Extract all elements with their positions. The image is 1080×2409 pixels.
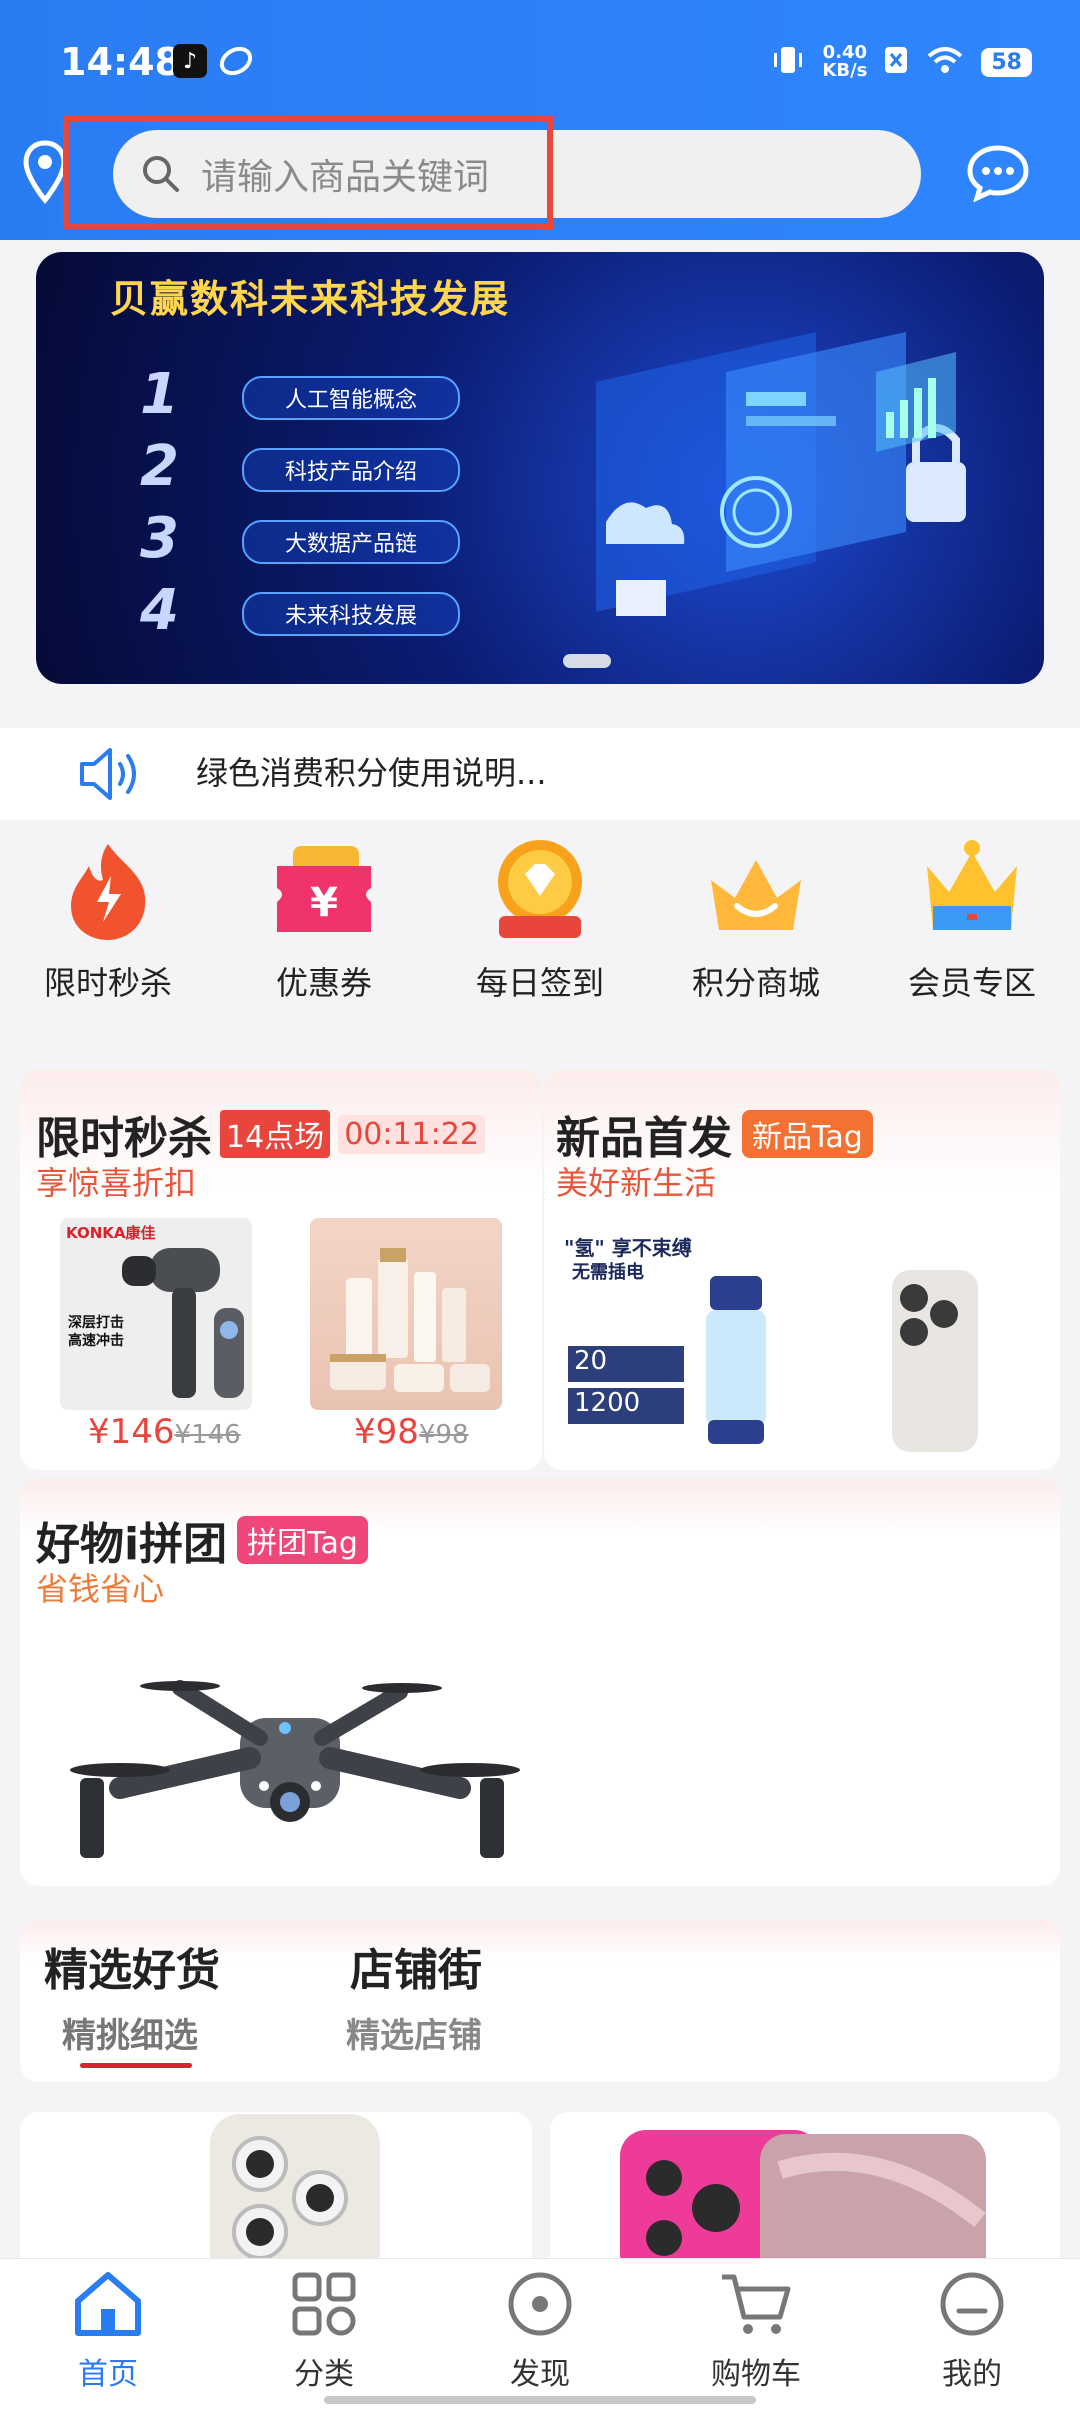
quick-label: 优惠券 xyxy=(275,964,372,1002)
banner-num: 2 xyxy=(140,434,179,499)
bottom-nav: 首页 分类 发现 购物车 我的 xyxy=(0,2258,1080,2409)
search-highlight-box xyxy=(63,116,553,230)
price-1: ¥146¥146 xyxy=(88,1412,241,1452)
banner-title: 贝赢数科未来科技发展 xyxy=(110,277,511,321)
banner-item: 大数据产品链 xyxy=(242,520,460,564)
product-thumb-hydrogen-bottle[interactable]: "氢" 享不束缚 无需插电 20 1200 xyxy=(556,1230,788,1452)
feed-tabs: 精选好货 精挑细选 店铺街 精选店铺 xyxy=(20,1920,1060,2082)
quick-label: 每日签到 xyxy=(475,964,604,1002)
tiktok-icon: ♪ xyxy=(173,44,207,78)
wifi-icon xyxy=(925,44,965,80)
flash-sale-card[interactable]: 限时秒杀 14点场 00:11:22 享惊喜折扣 KONKA康佳 深层打击 高速… xyxy=(20,1070,542,1470)
price-2: ¥98¥98 xyxy=(354,1412,469,1452)
flash-sale-subtitle: 享惊喜折扣 xyxy=(36,1164,197,1202)
flash-sale-title: 限时秒杀 xyxy=(36,1113,212,1164)
vip-crown-icon xyxy=(927,840,1017,930)
product-thumb-massage-gun[interactable]: KONKA康佳 深层打击 高速冲击 xyxy=(60,1218,252,1410)
speaker-icon xyxy=(80,748,136,800)
battery-indicator: 58 xyxy=(981,47,1032,77)
diamond-medal-icon xyxy=(498,840,582,938)
svg-text:¥: ¥ xyxy=(310,880,338,926)
quick-label: 积分商城 xyxy=(691,964,820,1002)
product-thumb-phone[interactable] xyxy=(884,1270,984,1452)
quick-item-checkin[interactable]: 每日签到 xyxy=(440,836,640,1004)
product-image-pink-phone xyxy=(620,2130,986,2272)
app-icon xyxy=(218,44,254,82)
cart-icon xyxy=(722,2274,791,2334)
nav-category[interactable]: 分类 xyxy=(244,2269,404,2393)
sim-off-icon xyxy=(883,45,909,79)
quick-menu: 限时秒杀 ¥ 优惠券 每日签到 积分商城 会员专区 xyxy=(0,822,1080,1052)
product-thumb-drone[interactable] xyxy=(60,1678,530,1878)
location-icon[interactable] xyxy=(22,140,68,210)
banner-num: 4 xyxy=(140,578,179,643)
banner-page-indicator xyxy=(563,654,611,668)
new-tag: 新品Tag xyxy=(742,1110,873,1158)
quick-item-flash-sale[interactable]: 限时秒杀 xyxy=(8,836,208,1004)
notice-bar[interactable]: 绿色消费积分使用说明... xyxy=(0,728,1080,820)
crown-smile-icon xyxy=(711,860,801,930)
banner-num: 3 xyxy=(140,506,179,571)
nav-home[interactable]: 首页 xyxy=(28,2269,188,2393)
tab-featured[interactable]: 精选好货 精挑细选 xyxy=(44,1934,220,2068)
quick-item-coupon[interactable]: ¥ 优惠券 xyxy=(224,836,424,1004)
quick-item-vip[interactable]: 会员专区 xyxy=(872,836,1072,1004)
home-indicator xyxy=(324,2396,756,2404)
message-icon[interactable] xyxy=(966,144,1030,206)
vibrate-icon xyxy=(770,42,806,82)
product-image-phone xyxy=(210,2114,380,2272)
notice-text: 绿色消费积分使用说明... xyxy=(196,754,547,792)
promo-banner[interactable]: 贝赢数科未来科技发展 1 人工智能概念 2 科技产品介绍 3 大数据产品链 4 … xyxy=(36,252,1044,684)
nav-cart[interactable]: 购物车 xyxy=(676,2269,836,2393)
group-buy-card[interactable]: 好物i拼团 拼团Tag 省钱省心 xyxy=(20,1478,1060,1886)
quick-label: 限时秒杀 xyxy=(43,964,172,1002)
product-thumb-skincare[interactable] xyxy=(310,1218,502,1410)
discover-icon xyxy=(508,2272,572,2336)
nav-discover[interactable]: 发现 xyxy=(460,2269,620,2393)
tab-shops[interactable]: 店铺街 精选店铺 xyxy=(346,1934,482,2057)
coupon-icon: ¥ xyxy=(277,846,371,932)
banner-num: 1 xyxy=(140,362,179,427)
status-icons: 0.40 KB/s 58 xyxy=(770,40,1032,84)
group-tag: 拼团Tag xyxy=(237,1516,368,1564)
product-card[interactable] xyxy=(20,2112,532,2272)
flame-icon xyxy=(71,844,146,940)
status-time: 14:48 xyxy=(60,40,181,84)
new-arrivals-title: 新品首发 xyxy=(556,1113,732,1164)
tab-active-underline xyxy=(80,2063,192,2068)
new-arrivals-card[interactable]: 新品首发 新品Tag 美好新生活 "氢" 享不束缚 无需插电 20 1200 xyxy=(544,1070,1060,1470)
net-speed: 0.40 KB/s xyxy=(822,42,868,81)
new-arrivals-subtitle: 美好新生活 xyxy=(556,1164,717,1202)
countdown-timer: 00:11:22 xyxy=(338,1114,485,1154)
session-tag: 14点场 xyxy=(220,1110,331,1158)
profile-icon xyxy=(940,2272,1004,2336)
group-buy-title: 好物i拼团 xyxy=(36,1519,228,1570)
quick-item-points-mall[interactable]: 积分商城 xyxy=(656,836,856,1004)
home-icon xyxy=(75,2272,141,2336)
banner-item: 未来科技发展 xyxy=(242,592,460,636)
category-icon xyxy=(292,2272,356,2336)
quick-label: 会员专区 xyxy=(907,964,1036,1002)
tech-illustration xyxy=(596,332,966,616)
nav-profile[interactable]: 我的 xyxy=(892,2269,1052,2393)
banner-item: 科技产品介绍 xyxy=(242,448,460,492)
banner-item: 人工智能概念 xyxy=(242,376,460,420)
group-buy-subtitle: 省钱省心 xyxy=(36,1570,165,1608)
product-card[interactable] xyxy=(550,2112,1060,2272)
